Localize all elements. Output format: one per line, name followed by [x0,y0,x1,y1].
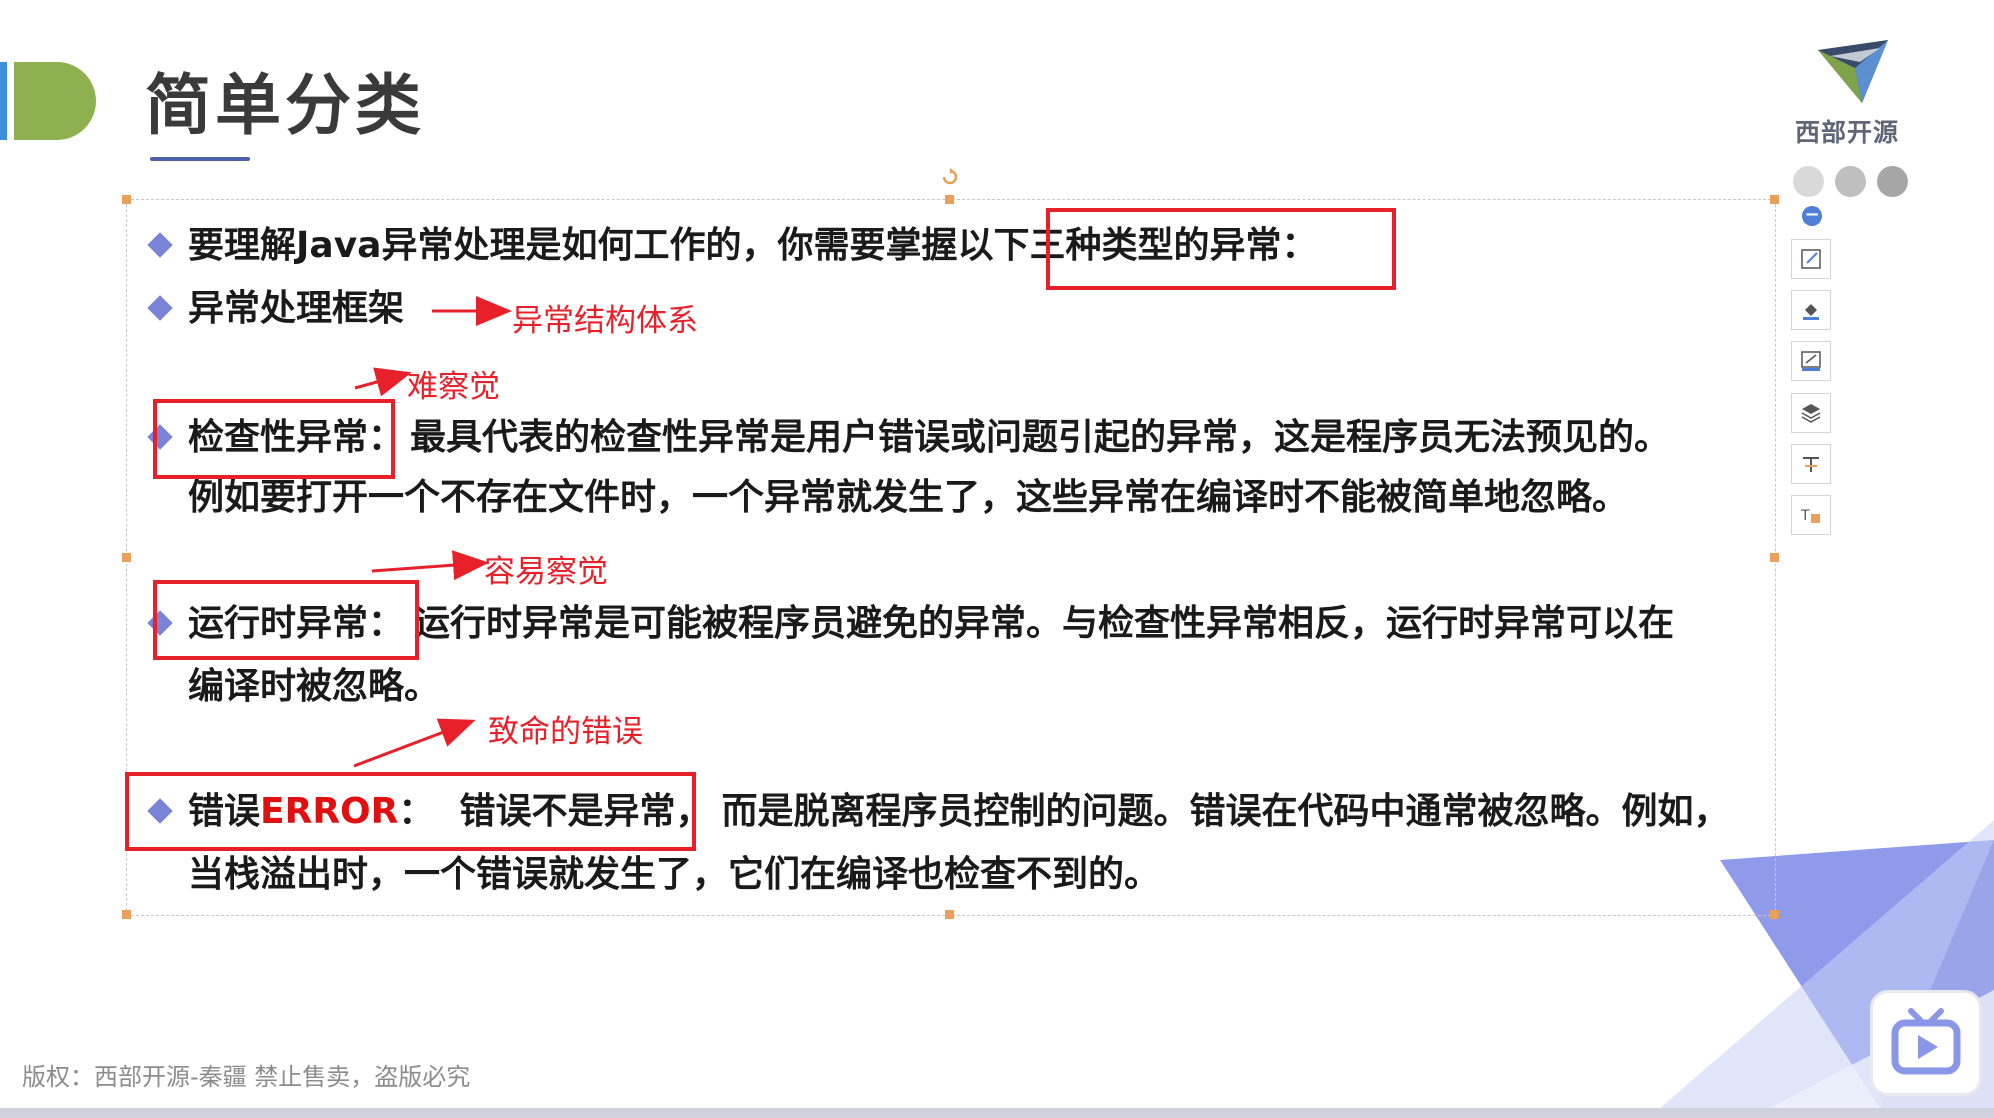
svg-text:T: T [1800,508,1810,524]
annotation-error: 致命的错误 [488,714,643,750]
annotation-runtime: 容易察觉 [484,554,608,590]
bottom-frame-strip [0,1108,1994,1118]
runtime-text: 运行时异常是可能被程序员避免的异常。与检查性异常相反，运行时异常可以在 [414,603,1675,644]
highlight-box-runtime [153,580,419,660]
slide-canvas: 简单分类 西部开源 要理解Java异常处理是如何工作的，你需要掌握以下三种类型的… [0,0,1994,1118]
resize-handle-bottom-left[interactable] [122,910,131,919]
title-accent-bar [0,62,7,140]
text-box-icon[interactable]: T [1791,495,1831,535]
play-button[interactable] [1870,990,1982,1096]
edit-shape-icon[interactable] [1791,239,1831,279]
framework-line: 异常处理框架 [188,288,405,329]
checked-text: 最具代表的检查性异常是用户错误或问题引起的异常，这是程序员无法预见的。 [410,417,1671,458]
resize-handle-top-left[interactable] [122,195,131,204]
text-style-icon[interactable] [1791,444,1831,484]
error-line-2: 当栈溢出时，一个错误就发生了，它们在编译也检查不到的。 [188,854,1161,895]
runtime-exception-line-2: 编译时被忽略。 [188,666,441,707]
medium-dot [1835,166,1866,197]
resize-handle-top[interactable] [945,195,954,204]
resize-handle-left[interactable] [122,553,131,562]
resize-handle-top-right[interactable] [1770,195,1779,204]
checked-exception-line-2: 例如要打开一个不存在文件时，一个异常就发生了，这些异常在编译时不能被简单地忽略。 [188,477,1629,518]
logo-text: 西部开源 [1795,118,1900,147]
resize-handle-bottom-right[interactable] [1770,910,1779,919]
resize-handle-right[interactable] [1770,553,1779,562]
outline-icon[interactable] [1791,341,1831,381]
title-accent-block [14,62,96,140]
light-dot [1793,166,1824,197]
checked-exception-line: 检查性异常： 最具代表的检查性异常是用户错误或问题引起的异常，这是程序员无法预见的… [188,414,1670,462]
highlight-box-three-types [1046,208,1396,290]
dark-dot [1877,166,1908,197]
error-text: 而是脱离程序员控制的问题。错误在代码中通常被忽略。例如， [721,791,1730,832]
layers-icon[interactable] [1791,393,1831,433]
theme-dots [1793,166,1908,197]
play-icon [1891,1008,1961,1075]
annotation-checked: 难察觉 [407,369,500,405]
fill-icon[interactable] [1791,290,1831,330]
collapse-minus-icon[interactable]: − [1802,206,1822,226]
title-underline [150,157,250,161]
slide-title: 简单分类 [145,67,425,144]
rotate-handle-icon[interactable] [941,168,959,186]
annotation-framework: 异常结构体系 [512,303,698,339]
highlight-box-checked [153,399,395,479]
resize-handle-bottom[interactable] [945,910,954,919]
highlight-box-error [125,772,696,851]
copyright-footer: 版权：西部开源-秦疆 禁止售卖，盗版必究 [22,1063,471,1091]
